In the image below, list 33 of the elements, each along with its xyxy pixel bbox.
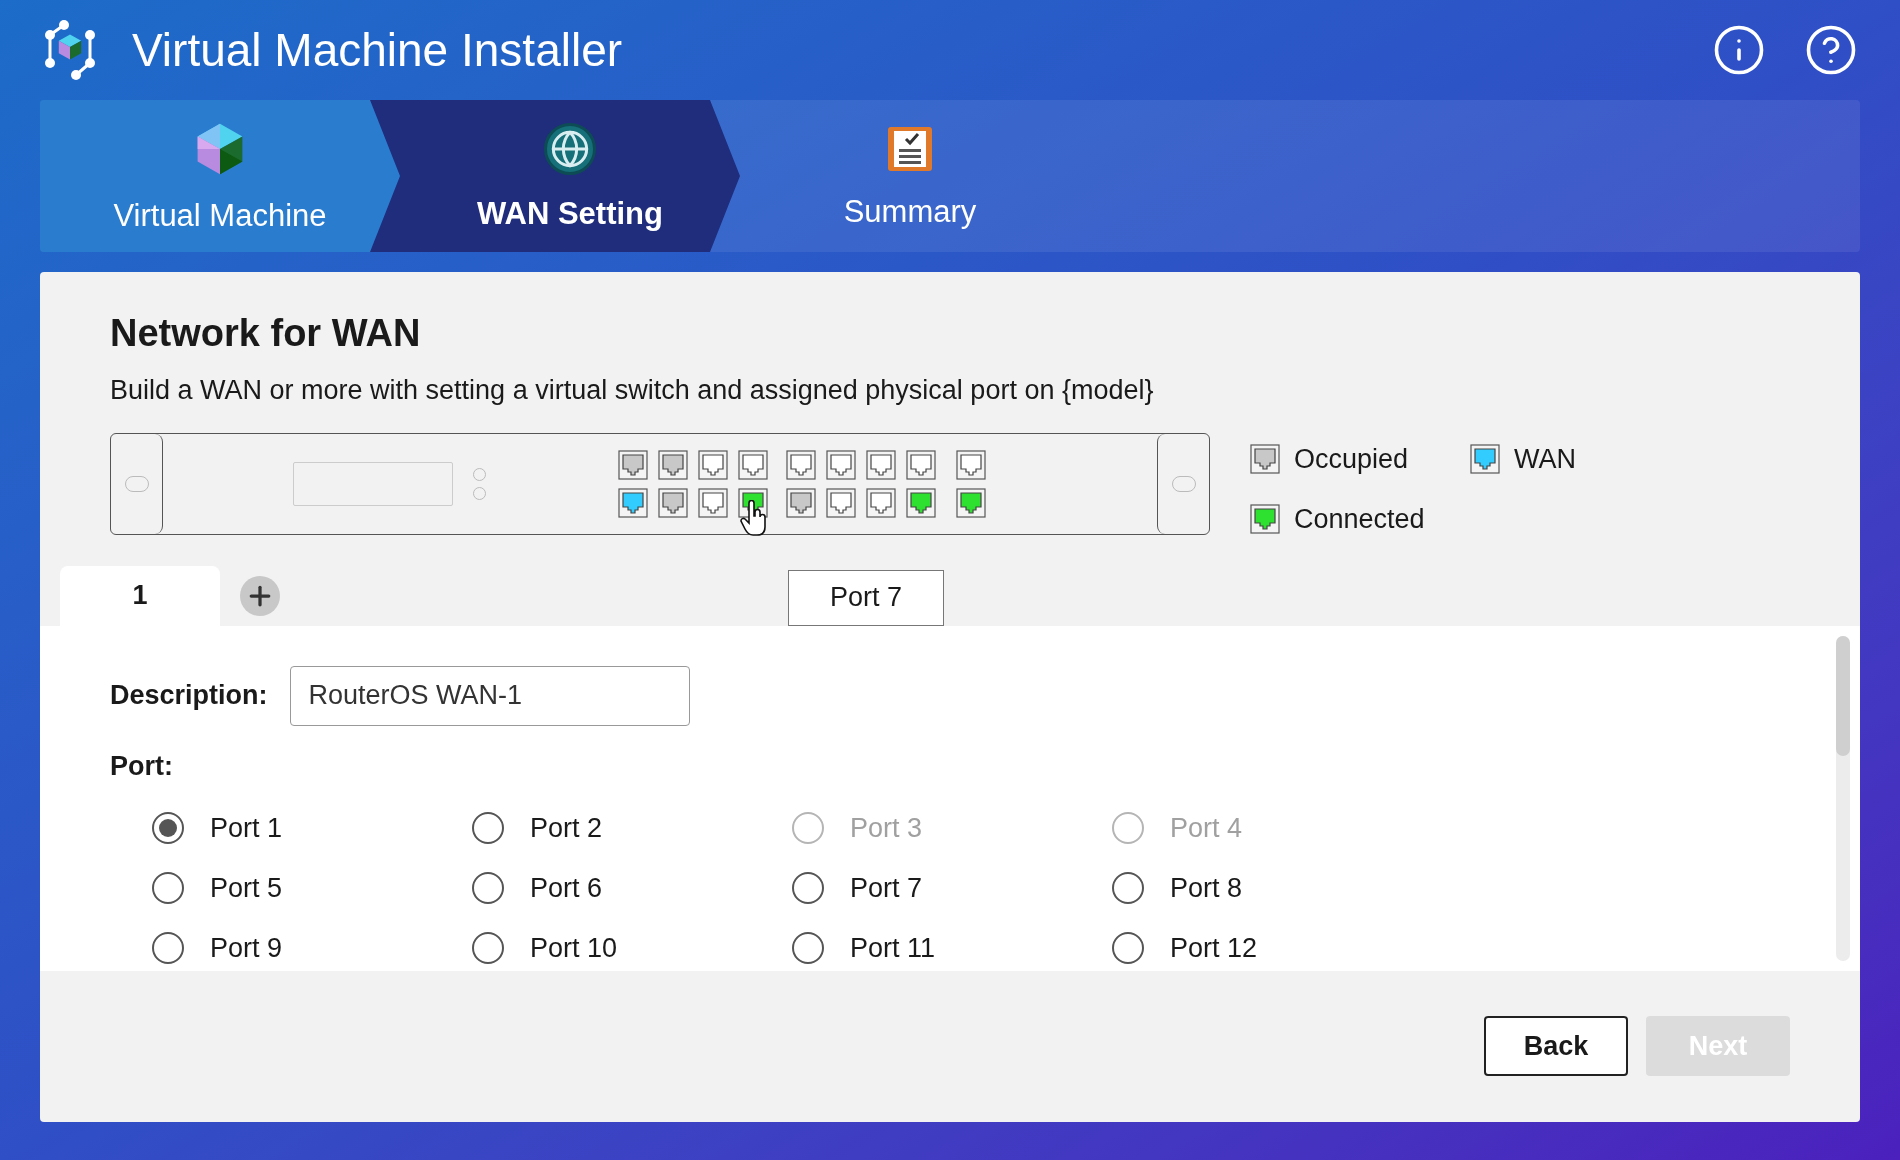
port-radio[interactable]: Port 6	[472, 858, 792, 918]
window-title: Virtual Machine Installer	[132, 22, 623, 78]
step-label: Summary	[843, 192, 977, 231]
step-label: WAN Setting	[477, 194, 663, 233]
section-description: Build a WAN or more with setting a virtual switch and assigned physical port on {model}	[110, 374, 1155, 407]
section-heading: Network for WAN	[110, 311, 422, 356]
port-radio[interactable]: Port 5	[152, 858, 472, 918]
info-icon[interactable]	[1712, 23, 1766, 77]
port-radio[interactable]: Port 1	[152, 798, 472, 858]
wan-tab[interactable]: 1	[60, 565, 220, 626]
port-radio[interactable]: Port 7	[792, 858, 1112, 918]
port-radio[interactable]: Port 10	[472, 918, 792, 978]
legend-label: Occupied	[1294, 442, 1409, 476]
port-radio[interactable]: Port 11	[792, 918, 1112, 978]
app-logo	[42, 19, 98, 81]
port-radio[interactable]: Port 9	[152, 918, 472, 978]
checklist-icon	[886, 124, 934, 173]
port-tooltip: Port 7	[788, 569, 944, 626]
field-label: Description:	[110, 679, 268, 713]
globe-lines-icon	[550, 128, 590, 169]
help-icon[interactable]	[1804, 23, 1858, 77]
legend-label: Connected	[1294, 503, 1425, 536]
back-button[interactable]: Back	[1484, 1016, 1628, 1077]
step-label: Virtual Machine	[113, 196, 327, 235]
legend-label: WAN	[1514, 442, 1576, 476]
wizard-step[interactable]: WAN Setting	[370, 100, 740, 252]
port-radio[interactable]: Port 2	[472, 798, 792, 858]
port-radio[interactable]: Port 8	[1112, 858, 1432, 918]
description-input[interactable]: RouterOS WAN-1	[289, 665, 690, 726]
wizard-step[interactable]: Virtual Machine	[40, 100, 400, 252]
field-label: Port:	[110, 749, 174, 783]
port-radio[interactable]: Port 12	[1112, 918, 1432, 978]
add-tab-button[interactable]	[240, 575, 280, 616]
